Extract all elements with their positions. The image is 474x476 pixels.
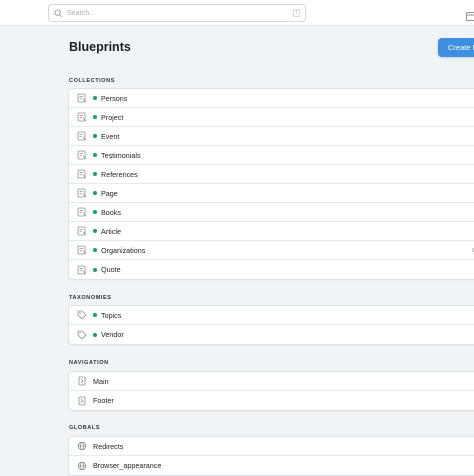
status-dot	[93, 134, 97, 138]
search-input[interactable]: Search... /	[48, 4, 306, 22]
collections-row[interactable]: Article	[69, 222, 474, 241]
row-label[interactable]: Organizations	[101, 246, 145, 255]
globals-row[interactable]: Redirects	[69, 437, 474, 456]
row-label[interactable]: Page	[101, 189, 118, 198]
status-dot	[93, 96, 97, 100]
tag-icon	[77, 310, 87, 320]
page-title: Blueprints	[69, 40, 131, 54]
status-dot	[93, 191, 97, 195]
collection-icon	[77, 93, 87, 103]
tag-icon	[77, 330, 87, 340]
collections-row[interactable]: References	[69, 165, 474, 184]
collections-row[interactable]: Persons	[69, 89, 474, 108]
row-label[interactable]: Footer	[93, 396, 114, 405]
row-label[interactable]: References	[101, 170, 138, 179]
section-title-navigation: NAVIGATION	[69, 360, 109, 366]
collections-row[interactable]: Page	[69, 184, 474, 203]
collection-icon	[77, 169, 87, 179]
status-dot	[93, 333, 97, 337]
status-dot	[93, 268, 97, 272]
status-dot	[93, 153, 97, 157]
collection-icon	[77, 131, 87, 141]
collections-row[interactable]: Testimonials	[69, 146, 474, 165]
status-dot	[93, 210, 97, 214]
taxonomies-card: Topics Vendor	[68, 305, 474, 345]
collection-icon	[77, 188, 87, 198]
collection-icon	[77, 265, 87, 275]
collection-icon	[77, 112, 87, 122]
row-label[interactable]: Topics	[101, 311, 121, 320]
collection-icon	[77, 207, 87, 217]
status-dot	[93, 248, 97, 252]
navigation-icon	[77, 376, 87, 386]
globe-icon	[77, 461, 87, 471]
globe-icon	[77, 441, 87, 451]
navigation-icon	[77, 396, 87, 406]
collection-icon	[77, 245, 87, 255]
collections-row[interactable]: Books	[69, 203, 474, 222]
status-dot	[93, 313, 97, 317]
collection-icon	[77, 150, 87, 160]
status-dot	[93, 115, 97, 119]
navigation-row[interactable]: Footer	[69, 391, 474, 410]
row-label[interactable]: Main	[93, 377, 109, 386]
row-label[interactable]: Books	[101, 208, 121, 217]
create-blueprint-button[interactable]: Create Blueprint	[438, 38, 474, 57]
collections-card: Persons Project Event Testimonials Reference…	[68, 88, 474, 280]
collection-icon	[77, 226, 87, 236]
navigation-card: Main Footer	[68, 371, 474, 411]
row-label[interactable]: Event	[101, 132, 119, 141]
taxonomies-row[interactable]: Topics	[69, 306, 474, 325]
section-title-collections: COLLECTIONS	[69, 78, 115, 84]
search-shortcut-hint: /	[293, 9, 300, 17]
section-title-globals: GLOBALS	[69, 425, 100, 431]
section-title-taxonomies: TAXONOMIES	[69, 295, 112, 301]
collections-row[interactable]: Organizations	[69, 241, 474, 260]
collections-row[interactable]: Event	[69, 127, 474, 146]
row-label[interactable]: Article	[101, 227, 121, 236]
row-label[interactable]: Vendor	[101, 330, 124, 339]
collections-row[interactable]: Quote	[69, 260, 474, 279]
row-label[interactable]: Redirects	[93, 442, 123, 451]
row-label[interactable]: Quote	[101, 265, 121, 274]
row-label[interactable]: Browser_appearance	[93, 461, 161, 470]
navigation-row[interactable]: Main	[69, 372, 474, 391]
row-label[interactable]: Project	[101, 113, 123, 122]
search-icon	[54, 9, 63, 18]
taxonomies-row[interactable]: Vendor	[69, 325, 474, 344]
site-icon[interactable]	[466, 8, 474, 17]
globals-card: Redirects Browser_appearance	[68, 436, 474, 476]
search-placeholder: Search...	[67, 10, 293, 17]
status-dot	[93, 172, 97, 176]
row-label[interactable]: Persons	[101, 94, 127, 103]
top-bar: Search... /	[0, 0, 474, 26]
globals-row[interactable]: Browser_appearance	[69, 456, 474, 475]
collections-row[interactable]: Project	[69, 108, 474, 127]
row-label[interactable]: Testimonials	[101, 151, 141, 160]
status-dot	[93, 229, 97, 233]
